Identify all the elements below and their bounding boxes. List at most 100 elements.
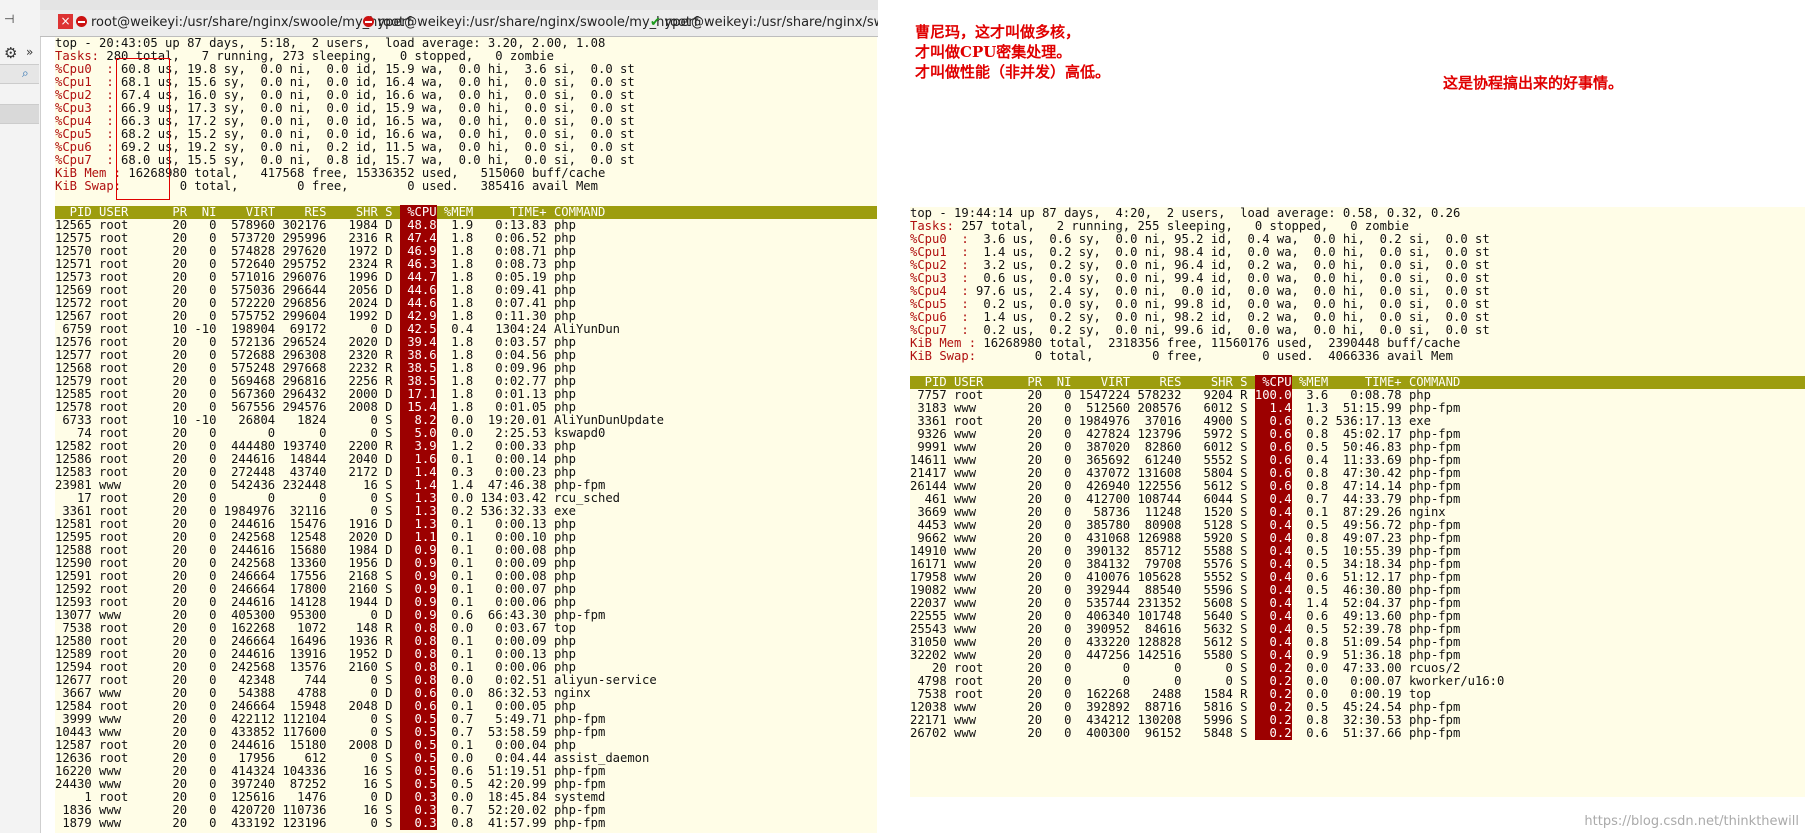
process-rest: 0.1 0:00.08 php [436,569,576,583]
stat-values: 68.1 us, 15.6 sy, 0.0 ni, 0.0 id, 16.4 w… [113,75,635,89]
stat-label: KiB Swap: [55,179,122,193]
process-rest: 1.8 0:01.05 php [436,400,576,414]
stat-values: 68.0 us, 15.5 sy, 0.0 ni, 0.8 id, 15.7 w… [113,153,635,167]
process-rest: 0.1 0:00.04 php [436,738,576,752]
process-cpu: 0.8 [399,621,437,635]
process-fields: 12589 root 20 0 244616 13916 1952 D [55,647,400,661]
process-cpu: 0.9 [399,569,437,583]
process-cpu: 0.6 [1254,427,1292,441]
process-fields: 22555 www 20 0 406340 101748 5640 S [910,609,1255,623]
sidebar-search-box[interactable]: ⌕ [0,64,39,84]
process-fields: 3669 www 20 0 58736 11248 1520 S [910,505,1255,519]
stat-label: Tasks: [910,219,955,233]
chevron-right-icon[interactable]: » [26,45,33,59]
process-fields: 3667 www 20 0 54388 4788 0 D [55,686,400,700]
process-rest: 1.3 51:15.99 php-fpm [1291,401,1461,415]
process-rest: 1.4 47:46.38 php-fpm [436,478,606,492]
tab-session-1[interactable]: root@weikeyi:/usr/share/nginx/swoole/my_… [76,13,411,33]
process-rest: 0.1 0:00.06 php [436,660,576,674]
process-rest: 1.9 0:13.83 php [436,218,576,232]
pin-icon[interactable]: ⊣ [4,12,14,26]
process-cpu: 0.4 [1254,544,1292,558]
stats-line: KiB Swap: 0 total, 0 free, 0 used. 40663… [910,350,1805,363]
terminal-right[interactable]: top - 19:44:14 up 87 days, 4:20, 2 users… [910,207,1805,797]
process-rest: 1.8 0:02.77 php [436,374,576,388]
process-cpu: 0.2 [1254,661,1292,675]
process-cpu: 0.6 [1254,466,1292,480]
process-fields: 12569 root 20 0 575036 296644 2056 D [55,283,400,297]
process-cpu: 1.1 [399,530,437,544]
process-rest: 0.3 0:00.23 php [436,465,576,479]
stat-values: 3.2 us, 0.2 sy, 0.0 ni, 96.4 id, 0.2 wa,… [968,258,1490,272]
process-fields: 20 root 20 0 0 0 0 S [910,661,1255,675]
process-cpu: 0.4 [1254,531,1292,545]
process-rest: 0.6 51:19.51 php-fpm [436,764,606,778]
process-fields: 7538 root 20 0 162268 1072 148 R [55,621,400,635]
process-cpu: 0.3 [399,803,437,817]
stats-line: KiB Swap: 0 total, 0 free, 0 used. 38541… [55,180,877,193]
tab-session-2[interactable]: root@weikeyi:/usr/share/nginx/swoole/my_… [363,13,698,33]
process-fields: 22037 www 20 0 535744 231352 5608 S [910,596,1255,610]
tab-bar: × root@weikeyi:/usr/share/nginx/swoole/m… [40,10,878,37]
process-cpu: 38.5 [399,374,437,388]
process-cpu: 17.1 [399,387,437,401]
process-row[interactable]: 1879 www 20 0 433192 123196 0 S 0.3 0.8 … [55,816,877,830]
process-rest: 0.5 42:20.99 php-fpm [436,777,606,791]
process-fields: 4798 root 20 0 0 0 0 S [910,674,1255,688]
process-rest: 0.1 0:00.09 php [436,634,576,648]
search-icon[interactable]: ⌕ [22,66,29,81]
close-tab-icon[interactable]: × [58,14,73,29]
process-rest: 0.1 0:00.08 php [436,543,576,557]
stat-label: KiB Mem : [55,166,122,180]
process-rest: 1.8 0:08.73 php [436,257,576,271]
process-cpu: 1.4 [399,478,437,492]
tab-session-3[interactable]: ✔root@weikeyi:/usr/share/nginx/swoole/my… [650,13,878,33]
process-rest: 0.7 52:20.02 php-fpm [436,803,606,817]
process-fields: 12578 root 20 0 567556 294576 2008 D [55,400,400,414]
check-icon: ✔ [650,15,661,30]
process-rest: 0.1 0:00.09 php [436,556,576,570]
process-cpu: 1.3 [399,517,437,531]
stat-label: %Cpu4 : [910,284,969,298]
process-cpu: 44.6 [399,296,437,310]
process-rest: 1.8 0:11.30 php [436,309,576,323]
process-row[interactable]: 26702 www 20 0 400300 96152 5848 S 0.2 0… [910,726,1805,740]
process-fields: 12573 root 20 0 571016 296076 1996 D [55,270,400,284]
sidebar-selected-item[interactable] [0,104,39,124]
process-fields: 3361 root 20 0 1984976 37016 4900 S [910,414,1255,428]
process-fields: 21417 www 20 0 437072 131608 5804 S [910,466,1255,480]
process-rest: 1.8 0:01.13 php [436,387,576,401]
process-cpu: 0.6 [1254,453,1292,467]
process-fields: 3361 root 20 0 1984976 32116 0 S [55,504,400,518]
process-rest: 0.7 5:49.71 php-fpm [436,712,606,726]
process-cpu: 1.4 [1254,401,1292,415]
process-rest: 0.1 0:00.14 php [436,452,576,466]
process-rest: 0.6 49:13.60 php-fpm [1291,609,1461,623]
process-rest: 3.6 0:08.78 php [1291,388,1431,402]
process-rest: 0.0 0:04.44 assist_daemon [436,751,650,765]
process-cpu: 42.9 [399,309,437,323]
process-fields: 12577 root 20 0 572688 296308 2320 R [55,348,400,362]
process-rest: 0.6 66:43.30 php-fpm [436,608,606,622]
annotation-line: 才叫做CPU密集处理。 [915,43,1072,61]
stat-values: 16268980 total, 417568 free, 15336352 us… [121,166,606,180]
stat-values: 16268980 total, 2318356 free, 11560176 u… [976,336,1461,350]
process-rest: 1.8 0:09.96 php [436,361,576,375]
process-cpu: 0.6 [399,699,437,713]
process-rest: 0.0 18:45.84 systemd [436,790,606,804]
process-cpu: 0.6 [1254,414,1292,428]
process-rest: 0.5 46:30.80 php-fpm [1291,583,1461,597]
terminal-left[interactable]: top - 20:43:05 up 87 days, 5:18, 2 users… [55,37,877,833]
process-fields: 25543 www 20 0 390952 84616 5632 S [910,622,1255,636]
process-fields: 23981 www 20 0 542436 232448 16 S [55,478,400,492]
process-cpu: 0.9 [399,595,437,609]
process-cpu: 46.3 [399,257,437,271]
process-cpu: 0.5 [399,777,437,791]
process-cpu: 0.4 [1254,505,1292,519]
gear-icon[interactable]: ⚙ [4,44,17,62]
stat-values: 257 total, 2 running, 255 sleeping, 0 st… [954,219,1409,233]
process-fields: 12636 root 20 0 17956 612 0 S [55,751,400,765]
process-fields: 12581 root 20 0 244616 15476 1916 D [55,517,400,531]
process-fields: 16220 www 20 0 414324 104336 16 S [55,764,400,778]
process-rest: 0.0 2:25.53 kswapd0 [436,426,606,440]
